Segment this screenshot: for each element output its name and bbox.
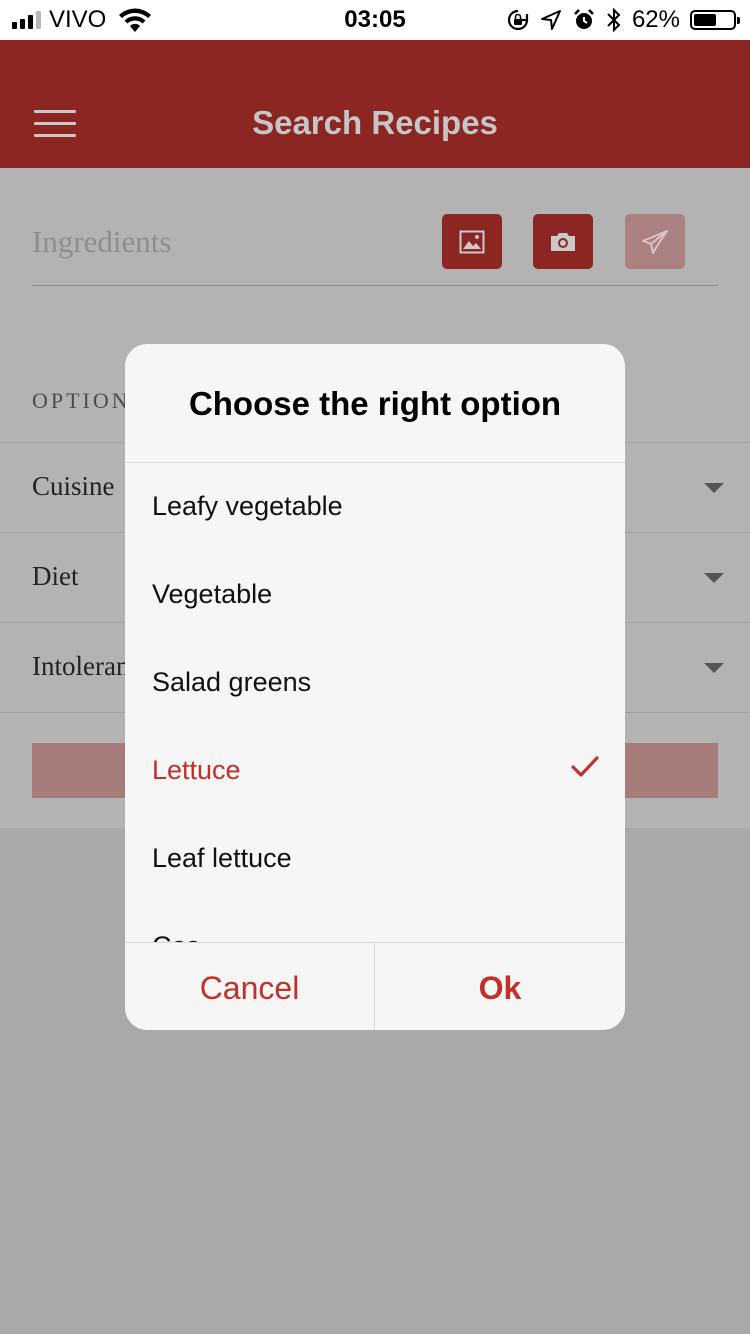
image-button[interactable] — [442, 214, 502, 269]
option-label: Leafy vegetable — [152, 491, 343, 521]
status-bar-right: 62% — [506, 6, 740, 34]
intolerance-dropdown-icon[interactable] — [704, 663, 724, 673]
dialog-actions: Cancel Ok — [125, 942, 625, 1030]
dialog-title: Choose the right option — [188, 385, 562, 422]
checkmark-icon — [571, 756, 599, 777]
battery-icon — [690, 10, 740, 30]
camera-button[interactable] — [533, 214, 593, 269]
option-item[interactable]: Vegetable — [125, 551, 625, 639]
option-picker-dialog: Choose the right option Leafy vegetable … — [125, 344, 625, 1030]
diet-select[interactable]: Diet — [32, 561, 79, 592]
option-item[interactable]: Leafy vegetable — [125, 463, 625, 551]
options-section-label: OPTION — [32, 388, 131, 413]
option-item[interactable]: Salad greens — [125, 639, 625, 727]
send-icon — [642, 229, 668, 254]
battery-percent: 62% — [631, 6, 680, 33]
option-label: Lettuce — [152, 755, 241, 785]
bluetooth-icon — [607, 7, 621, 33]
option-label: Salad greens — [152, 667, 312, 697]
ok-button[interactable]: Ok — [375, 943, 625, 1030]
alarm-icon — [574, 9, 594, 29]
option-item[interactable]: Leaf lettuce — [125, 815, 625, 903]
option-label: Vegetable — [152, 579, 273, 609]
option-list[interactable]: Leafy vegetable Vegetable Salad greens L… — [125, 463, 625, 942]
status-bar: VIVO 03:05 62% — [0, 0, 750, 40]
cuisine-select[interactable]: Cuisine — [32, 471, 115, 502]
diet-dropdown-icon[interactable] — [704, 573, 724, 583]
location-icon — [540, 10, 561, 30]
option-label: Leaf lettuce — [152, 843, 292, 873]
camera-icon — [551, 232, 575, 251]
app-header: Search Recipes — [0, 40, 750, 168]
option-item-selected[interactable]: Lettuce — [125, 727, 625, 815]
orientation-lock-icon — [507, 9, 529, 31]
option-label: Cos — [152, 931, 200, 942]
ingredients-underline — [32, 285, 718, 286]
page-title: Search Recipes — [252, 104, 498, 141]
cuisine-dropdown-icon[interactable] — [704, 483, 724, 493]
cancel-button[interactable]: Cancel — [125, 943, 375, 1030]
ingredients-field[interactable]: Ingredients — [32, 224, 171, 260]
intolerance-select[interactable]: Intoleran — [32, 651, 129, 682]
option-item[interactable]: Cos — [125, 903, 625, 942]
send-button[interactable] — [625, 214, 685, 269]
image-icon — [459, 230, 485, 253]
